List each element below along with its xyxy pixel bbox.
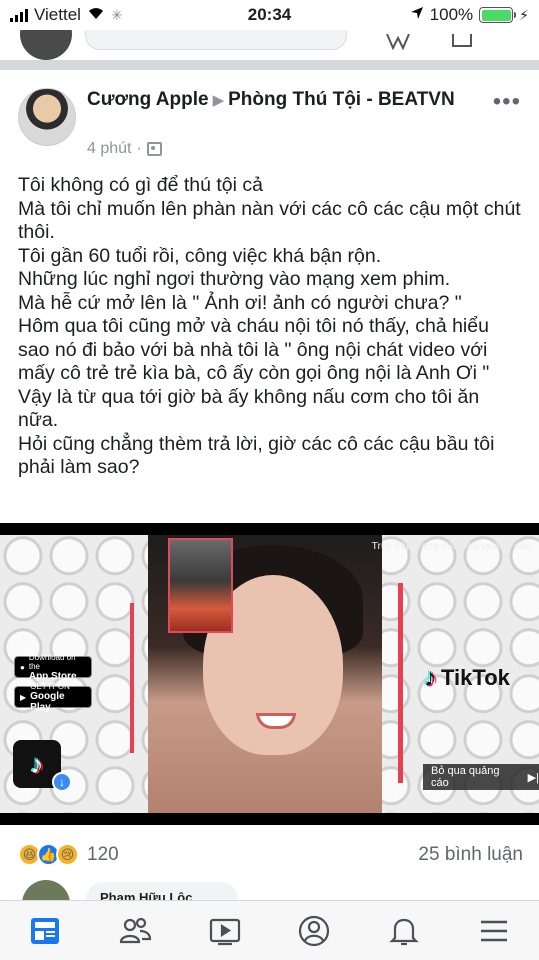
post-line: Vậy là từ qua tới giờ bà ấy không nấu cơ… — [18, 385, 480, 432]
more-dots-icon[interactable]: ••• — [493, 88, 521, 116]
comment-input[interactable] — [85, 30, 347, 50]
advertiser-link[interactable]: Truy cập trang của nhà quảng cáo — [371, 540, 531, 552]
charging-icon: ⚡ — [519, 6, 529, 23]
sticker-icon[interactable] — [451, 30, 473, 56]
group-privacy-icon — [146, 142, 162, 156]
battery-icon — [479, 7, 517, 23]
google-play-badge[interactable]: ▶ GET IT ON Google Play — [14, 682, 92, 713]
comment-preview: Phạm Hữu Lộc — [0, 880, 539, 900]
wifi-icon — [87, 6, 105, 25]
comment-count[interactable]: 25 bình luận — [418, 844, 523, 866]
avatar — [20, 30, 72, 60]
profile-icon — [299, 915, 330, 946]
notifications-icon — [389, 918, 419, 945]
comment-bubble[interactable]: Phạm Hữu Lộc — [86, 882, 238, 900]
friends-icon — [119, 917, 151, 943]
post-line: Hôm qua tôi cũng mở và cháu nội tôi nó t… — [18, 315, 490, 384]
decor-bar — [398, 583, 403, 783]
friends-tab[interactable] — [105, 906, 165, 956]
reaction-count: 120 — [87, 843, 119, 865]
menu-tab[interactable] — [464, 906, 524, 956]
post-line: Mà hễ cứ mở lên là " Ảnh ơi! ảnh có ngườ… — [18, 291, 462, 314]
post-line: Mà tôi chỉ muốn lên phàn nàn với các cô … — [18, 197, 521, 244]
news-feed-icon — [30, 917, 59, 944]
skip-ad-button[interactable]: Bỏ qua quảng cáo ▶| — [423, 764, 539, 790]
post-text: Tôi không có gì để thú tội cả Mà tôi chỉ… — [18, 174, 523, 480]
engagement-bar: 😆 👍 😢 120 25 bình luận — [18, 843, 523, 866]
battery-percent: 100% — [429, 5, 474, 24]
post-line: Tôi gần 60 tuổi rồi, công việc khá bận r… — [18, 244, 382, 267]
store-badges: ● Download on the App Store ▶ GET IT ON Go… — [14, 653, 92, 713]
group-name[interactable]: Phòng Thú Tội - BEATVN — [228, 89, 455, 110]
commenter-avatar[interactable] — [22, 880, 70, 900]
play-store-icon: ▶ — [20, 692, 27, 702]
profile-tab[interactable] — [284, 906, 344, 956]
notifications-tab[interactable] — [374, 906, 434, 956]
brand-name: TikTok — [441, 664, 510, 690]
gif-icon[interactable] — [385, 30, 411, 56]
post-line: Hỏi cũng chẳng thèm trả lời, giờ các cô … — [18, 432, 495, 479]
watch-icon — [209, 918, 240, 945]
bottom-tab-bar — [0, 900, 539, 960]
pip-video — [168, 538, 233, 633]
post-header: Cương Apple ▶ Phòng Thú Tội - BEATVN — [87, 88, 487, 113]
sad-reaction-icon: 😢 — [56, 843, 79, 866]
menu-icon — [481, 920, 508, 941]
decor-bar — [130, 603, 134, 753]
loading-icon: ✳ — [110, 6, 123, 23]
author-avatar[interactable] — [18, 88, 76, 146]
download-icon[interactable]: ↓ — [52, 772, 72, 792]
post-line: Tôi không có gì để thú tội cả — [18, 174, 263, 196]
reaction-summary[interactable]: 😆 👍 😢 120 — [18, 843, 119, 866]
status-bar: Viettel ✳ 20:34 100% ⚡ — [0, 0, 539, 30]
feed-divider — [0, 60, 539, 70]
tiktok-note-icon: ♪ — [424, 662, 437, 692]
news-feed-tab[interactable] — [15, 906, 75, 956]
commenter-name: Phạm Hữu Lộc — [100, 890, 193, 900]
play-arrow-icon: ▶ — [212, 92, 225, 109]
location-icon — [410, 5, 424, 25]
author-name[interactable]: Cương Apple — [87, 89, 209, 110]
app-store-badge[interactable]: ● Download on the App Store — [14, 653, 92, 682]
post-line: Những lúc nghỉ ngơi thường vào mạng xem … — [18, 268, 451, 290]
post-meta: 4 phút · — [87, 140, 162, 158]
watch-tab[interactable] — [195, 906, 255, 956]
tiktok-logo: ♪ TikTok — [424, 662, 510, 693]
skip-next-icon: ▶| — [527, 771, 539, 784]
carrier-name: Viettel — [34, 5, 81, 24]
post-time[interactable]: 4 phút — [87, 140, 131, 158]
signal-icon — [10, 8, 28, 22]
previous-post-footer — [0, 30, 539, 60]
apple-icon: ● — [20, 662, 25, 672]
